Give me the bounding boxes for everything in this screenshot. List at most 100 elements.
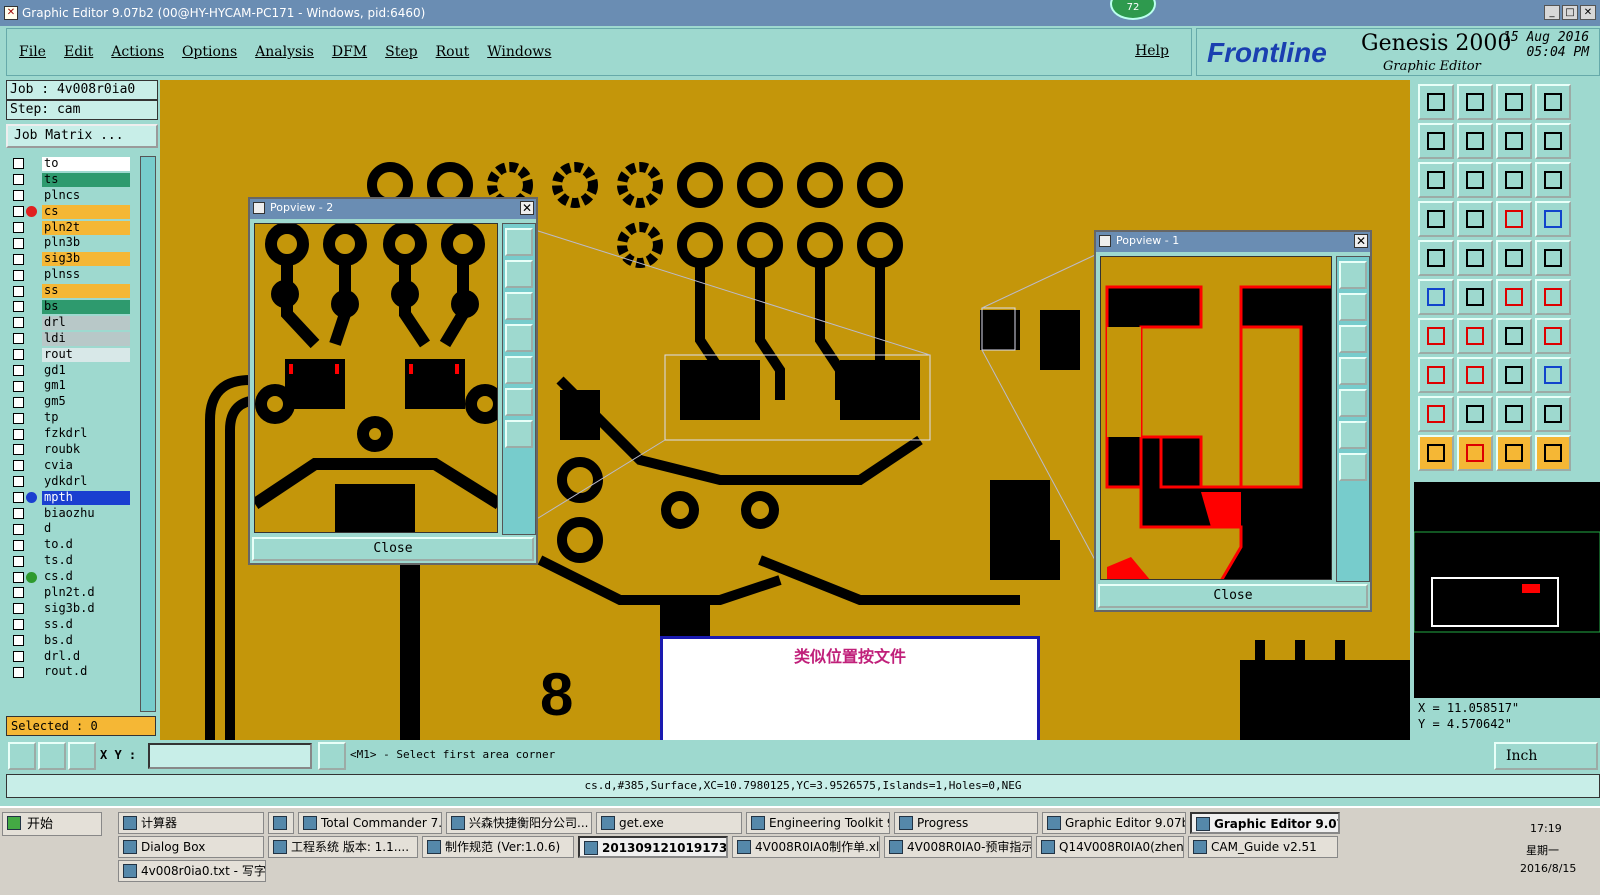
tri-a-icon[interactable] [1496, 396, 1532, 432]
layer-checkbox[interactable] [13, 428, 24, 440]
layer-checkbox[interactable] [13, 174, 24, 186]
node-blue-icon[interactable] [1418, 279, 1454, 315]
taskbar-button[interactable]: Q14V008R0IA0(zhengy... [1036, 836, 1184, 858]
popview-pan-right-icon[interactable] [505, 356, 533, 384]
taskbar-button[interactable]: Engineering Toolkit 9.0... [746, 812, 890, 834]
layer-name[interactable]: plncs [42, 188, 130, 203]
cross-icon[interactable] [1457, 279, 1493, 315]
pin-red-icon[interactable] [1535, 318, 1571, 354]
taskbar-button[interactable]: 4v008r0ia0.txt - 写字板 [118, 860, 266, 882]
popview-pan-up-icon[interactable] [505, 260, 533, 288]
popview-2-canvas[interactable] [254, 223, 498, 533]
layer-name[interactable]: gd1 [42, 363, 130, 378]
layer-checkbox[interactable] [13, 523, 24, 535]
layer-name[interactable]: ss [42, 284, 130, 299]
popview-zoom-in-icon[interactable] [505, 388, 533, 416]
layer-name[interactable]: pln2t [42, 220, 130, 235]
layer-checkbox[interactable] [13, 603, 24, 615]
hole-icon[interactable] [1535, 240, 1571, 276]
layer-name[interactable]: sig3b.d [42, 601, 130, 616]
maximize-button[interactable]: □ [1562, 5, 1578, 20]
layer-name[interactable]: tp [42, 411, 130, 426]
layer-checkbox[interactable] [13, 571, 24, 583]
layer-row[interactable]: d [10, 521, 132, 537]
layer-name[interactable]: cs.d [42, 570, 130, 585]
layer-name[interactable]: roubk [42, 442, 130, 457]
menu-actions[interactable]: Actions [111, 44, 164, 60]
popview-1-close-button[interactable]: Close [1098, 584, 1368, 608]
pad-red-icon[interactable] [1418, 357, 1454, 393]
layer-name[interactable]: bs [42, 299, 130, 314]
popview-2-close-button[interactable]: Close [252, 537, 534, 561]
help-q-icon[interactable] [1535, 162, 1571, 198]
layer-checkbox[interactable] [13, 380, 24, 392]
popview-pan-left-icon[interactable] [1339, 357, 1367, 385]
layer-checkbox[interactable] [13, 317, 24, 329]
layer-checkbox[interactable] [13, 253, 24, 265]
rotate-icon[interactable] [1496, 162, 1532, 198]
layer-checkbox[interactable] [13, 237, 24, 249]
layer-row[interactable]: sig3b [10, 251, 132, 267]
layer-name[interactable]: bs.d [42, 633, 130, 648]
net-blue-icon[interactable] [1535, 201, 1571, 237]
close-button[interactable]: ✕ [1580, 5, 1596, 20]
layer-checkbox[interactable] [13, 190, 24, 202]
net-red-icon[interactable] [1496, 201, 1532, 237]
layer-name[interactable]: ldi [42, 331, 130, 346]
tri-b-icon[interactable] [1535, 396, 1571, 432]
cube-blue-icon[interactable] [1535, 357, 1571, 393]
menu-options[interactable]: Options [182, 44, 237, 60]
layer-checkbox[interactable] [13, 587, 24, 599]
job-matrix-button[interactable]: Job Matrix ... [6, 124, 158, 148]
layer-row[interactable]: pln2t.d [10, 585, 132, 601]
layer-name[interactable]: gm1 [42, 379, 130, 394]
layer-checkbox[interactable] [13, 206, 24, 218]
rotate-arc-icon[interactable] [1496, 318, 1532, 354]
taskbar-button[interactable]: 4V008R0IA0-预审指示... [884, 836, 1032, 858]
layer-row[interactable]: rout.d [10, 665, 132, 681]
taskbar-button[interactable]: 制作规范 (Ver:1.0.6) [422, 836, 574, 858]
popview-2-titlebar[interactable]: Popview - 2 ✕ [250, 199, 536, 219]
layer-name[interactable]: plnss [42, 268, 130, 283]
step-up-icon[interactable] [1418, 84, 1454, 120]
layer-row[interactable]: cs.d [10, 569, 132, 585]
layer-row[interactable]: gm1 [10, 378, 132, 394]
unit-selector[interactable]: Inch [1494, 742, 1598, 770]
layer-checkbox[interactable] [13, 412, 24, 424]
popview-pan-down-icon[interactable] [1339, 325, 1367, 353]
layer-row[interactable]: ss [10, 283, 132, 299]
layer-checkbox[interactable] [13, 619, 24, 631]
layer-name[interactable]: ydkdrl [42, 474, 130, 489]
taskbar-button[interactable] [268, 812, 294, 834]
layer-row[interactable]: pln2t [10, 220, 132, 236]
layer-row[interactable]: drl.d [10, 649, 132, 665]
layer-row[interactable]: plncs [10, 188, 132, 204]
layer-checkbox[interactable] [13, 365, 24, 377]
layer-checkbox[interactable] [13, 349, 24, 361]
layer-checkbox[interactable] [13, 158, 24, 170]
layer-row[interactable]: tp [10, 410, 132, 426]
layer-row[interactable]: to [10, 156, 132, 172]
pan-right-icon[interactable] [1457, 123, 1493, 159]
layer-name[interactable]: ss.d [42, 617, 130, 632]
snap-angle-icon[interactable] [38, 742, 66, 770]
flag-icon[interactable] [1457, 240, 1493, 276]
layer-name[interactable]: cs [42, 204, 130, 219]
menu-edit[interactable]: Edit [64, 44, 93, 60]
step-down-icon[interactable] [1457, 84, 1493, 120]
layer-row[interactable]: gm5 [10, 394, 132, 410]
popview-pan-down-icon[interactable] [505, 292, 533, 320]
pointer-net-icon[interactable] [1535, 435, 1571, 471]
taskbar-button[interactable]: 20130912101917336.rt... [578, 836, 728, 858]
taskbar-button[interactable]: 兴森快捷衡阳分公司... [446, 812, 592, 834]
layer-scrollbar[interactable] [140, 156, 156, 712]
layer-checkbox[interactable] [13, 396, 24, 408]
popview-zoom-in-icon[interactable] [1339, 421, 1367, 449]
layer-row[interactable]: roubk [10, 442, 132, 458]
layer-name[interactable]: pln2t.d [42, 585, 130, 600]
layer-checkbox[interactable] [13, 492, 24, 504]
pointer-red-icon[interactable] [1457, 435, 1493, 471]
arrow-red-icon[interactable] [1535, 279, 1571, 315]
layer-name[interactable]: sig3b [42, 252, 130, 267]
menu-step[interactable]: Step [385, 44, 417, 60]
